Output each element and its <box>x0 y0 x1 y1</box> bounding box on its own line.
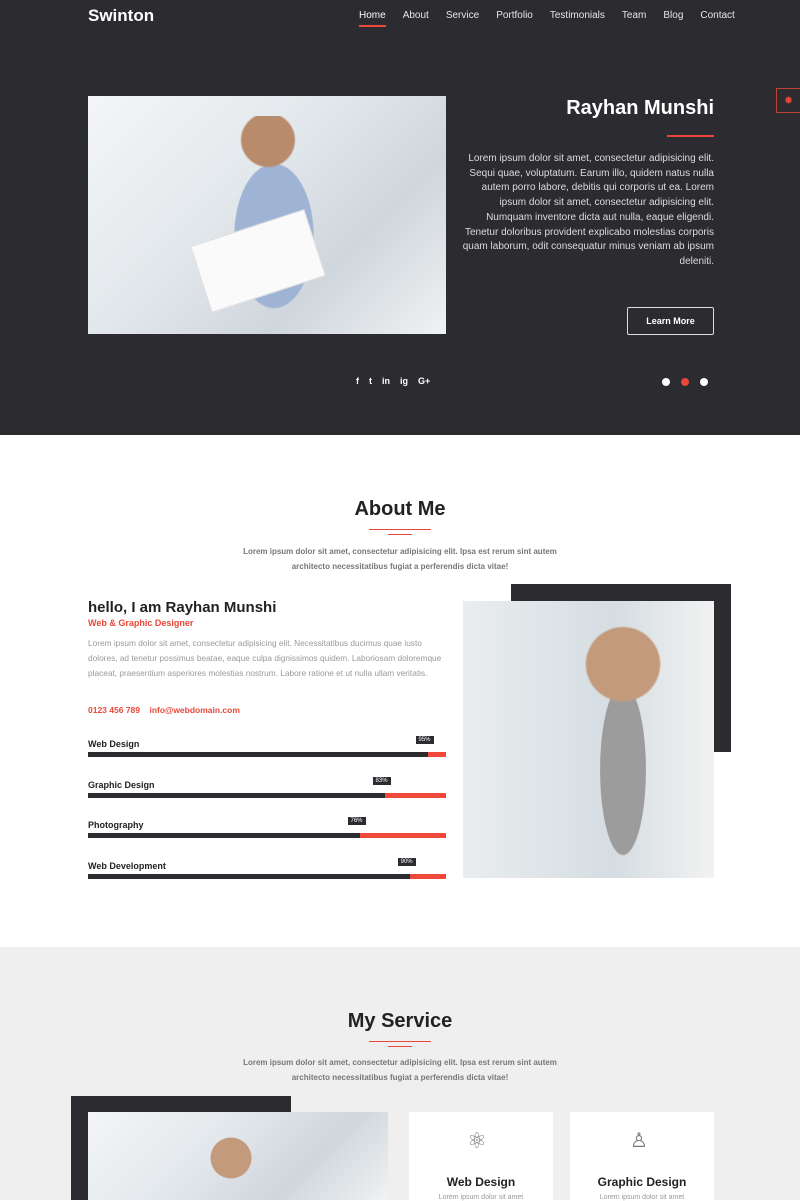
skill-label: Web Design <box>88 739 140 749</box>
divider <box>369 529 431 530</box>
service-card-web-design[interactable]: ⚛ Web Design Lorem ipsum dolor sit amet <box>409 1112 553 1201</box>
email[interactable]: info@webdomain.com <box>149 705 239 715</box>
nav-about[interactable]: About <box>403 10 429 27</box>
main-nav: Home About Service Portfolio Testimonial… <box>359 10 752 27</box>
twitter-icon[interactable]: t <box>369 376 372 386</box>
skill-percent: 95% <box>415 736 434 744</box>
logo[interactable]: Swinton <box>88 6 154 26</box>
divider <box>388 534 412 535</box>
skill-bar: 95% <box>88 736 446 757</box>
about-photo <box>463 601 714 878</box>
service-card-graphic-design[interactable]: ♙ Graphic Design Lorem ipsum dolor sit a… <box>570 1112 714 1201</box>
skill-fill <box>88 792 386 798</box>
social-links: f t in ig G+ <box>356 376 430 386</box>
about-text: Lorem ipsum dolor sit amet, consectetur … <box>88 638 442 678</box>
skill-graphic-design: Graphic Design 83% <box>88 776 446 798</box>
nav-portfolio[interactable]: Portfolio <box>496 10 533 27</box>
slider-dot-3[interactable] <box>700 378 708 386</box>
divider <box>388 1046 412 1047</box>
settings-gear-icon[interactable]: ✹ <box>776 88 800 113</box>
nav-service[interactable]: Service <box>446 10 479 27</box>
nav-team[interactable]: Team <box>622 10 646 27</box>
slider-dot-2[interactable] <box>681 378 689 386</box>
service-photo <box>88 1112 388 1200</box>
about-role: Web & Graphic Designer <box>88 618 194 628</box>
about-subtitle: Lorem ipsum dolor sit amet, consectetur … <box>243 547 557 571</box>
about-title: About Me <box>354 498 446 520</box>
about-heading: hello, I am Rayhan Munshi <box>88 599 277 616</box>
skill-fill <box>88 873 411 879</box>
instagram-icon[interactable]: ig <box>400 376 408 386</box>
phone[interactable]: 0123 456 789 <box>88 705 140 715</box>
nav-blog[interactable]: Blog <box>663 10 683 27</box>
hero-name: Rayhan Munshi <box>566 97 714 119</box>
nav-testimonials[interactable]: Testimonials <box>550 10 605 27</box>
contact-info: 0123 456 789 info@webdomain.com <box>88 705 240 715</box>
facebook-icon[interactable]: f <box>356 376 359 386</box>
hero-text: Lorem ipsum dolor sit amet, consectetur … <box>462 153 714 267</box>
divider <box>369 1041 431 1042</box>
hero-section: Swinton Home About Service Portfolio Tes… <box>0 0 800 435</box>
skill-label: Photography <box>88 820 144 830</box>
skill-percent: 90% <box>397 857 416 866</box>
skill-bar: 76% <box>88 817 446 838</box>
skill-fill <box>88 752 429 757</box>
skill-fill <box>88 833 361 838</box>
skill-bar: 90% <box>88 857 446 879</box>
service-title: My Service <box>347 1010 453 1032</box>
designer-icon: ♙ <box>630 1130 648 1152</box>
skill-photography: Photography 76% <box>88 817 446 838</box>
skill-bar: 83% <box>88 776 446 798</box>
skill-label: Web Development <box>88 860 166 871</box>
skill-label: Graphic Design <box>88 779 155 790</box>
learn-more-button[interactable]: Learn More <box>627 307 714 335</box>
google-plus-icon[interactable]: G+ <box>418 376 430 386</box>
atom-icon: ⚛ <box>467 1128 487 1153</box>
service-subtitle: Lorem ipsum dolor sit amet, consectetur … <box>243 1058 557 1082</box>
linkedin-icon[interactable]: in <box>382 376 390 386</box>
skill-percent: 76% <box>347 817 366 825</box>
hero-photo <box>88 96 446 334</box>
nav-home[interactable]: Home <box>359 10 386 27</box>
skill-web-development: Web Development 90% <box>88 857 446 879</box>
nav-contact[interactable]: Contact <box>700 10 734 27</box>
divider <box>667 135 714 137</box>
skill-web-design: Web Design 95% <box>88 736 446 757</box>
skill-percent: 83% <box>372 776 391 785</box>
slider-dot-1[interactable] <box>662 378 670 386</box>
